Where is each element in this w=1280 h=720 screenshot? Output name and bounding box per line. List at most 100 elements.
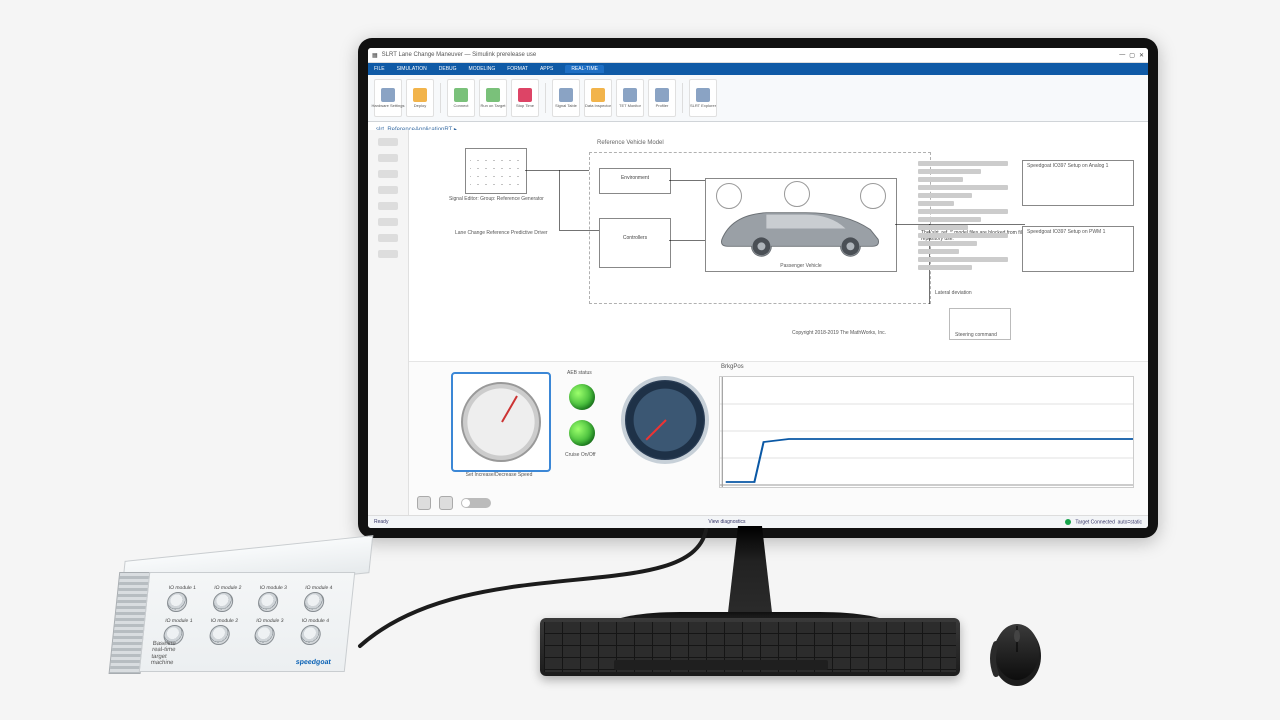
palette-item[interactable] xyxy=(378,186,398,194)
m12-connector-icon xyxy=(299,625,321,645)
io-port: IO module 2 xyxy=(206,585,248,612)
maximize-icon[interactable]: ▢ xyxy=(1129,52,1135,59)
io-port: IO module 1 xyxy=(160,585,202,612)
palette-item[interactable] xyxy=(378,170,398,178)
separator xyxy=(682,83,683,113)
palette-item[interactable] xyxy=(378,138,398,146)
palette-item[interactable] xyxy=(378,202,398,210)
tab-simulation[interactable]: SIMULATION xyxy=(397,66,427,72)
control-button[interactable] xyxy=(417,496,431,510)
monitor-bezel: ▦ SLRT Lane Change Maneuver — Simulink p… xyxy=(358,38,1158,538)
model-canvas[interactable]: Signal Editor: Group: Reference Generato… xyxy=(409,130,1148,516)
window-title-bar: ▦ SLRT Lane Change Maneuver — Simulink p… xyxy=(368,48,1148,63)
mini-gauge-icon xyxy=(716,183,742,209)
status-right: Target Connected auto=static xyxy=(1065,519,1142,525)
io-port: IO module 3 xyxy=(251,585,293,612)
io-port: IO module 2 xyxy=(202,618,244,645)
m12-connector-icon xyxy=(257,592,279,612)
monitor-neck xyxy=(710,526,790,616)
led-top-label: AEB status xyxy=(567,370,592,376)
control-button[interactable] xyxy=(439,496,453,510)
vehicle-block[interactable]: Passenger Vehicle xyxy=(705,178,897,272)
hardware-settings-button[interactable]: Hardware Settings xyxy=(374,79,402,117)
app-icon: ▦ xyxy=(372,52,378,59)
signal-wire xyxy=(669,240,705,241)
status-center[interactable]: View diagnostics xyxy=(708,519,745,525)
m12-connector-icon xyxy=(166,592,188,612)
signal-wire xyxy=(669,180,705,181)
mini-gauge-icon xyxy=(860,183,886,209)
led-bottom-label: Cruise On/Off xyxy=(565,452,595,458)
io-block-analog[interactable]: Speedgoat IO397 Setup on Analog 1 xyxy=(1022,160,1134,206)
io-block-pwm[interactable]: Speedgoat IO397 Setup on PWM 1 xyxy=(1022,226,1134,272)
signal-editor-label: Signal Editor: Group: Reference Generato… xyxy=(449,196,549,202)
signal-plot xyxy=(719,376,1134,488)
io-port: IO module 4 xyxy=(297,585,339,612)
io-port: IO module 3 xyxy=(248,618,290,645)
deploy-button[interactable]: Deploy xyxy=(406,79,434,117)
predictive-driver-label: Lane Change Reference Predictive Driver xyxy=(455,230,565,236)
status-left: Ready xyxy=(374,519,388,525)
tab-debug[interactable]: DEBUG xyxy=(439,66,457,72)
m12-connector-icon xyxy=(303,592,325,612)
run-on-target-button[interactable]: Run on Target xyxy=(479,79,507,117)
bottom-controls xyxy=(417,496,491,510)
signal-table-button[interactable]: Signal Table xyxy=(552,79,580,117)
tab-real-time[interactable]: REAL-TIME xyxy=(565,65,604,73)
controllers-block[interactable]: Controllers xyxy=(599,218,671,268)
block-palette xyxy=(368,130,409,516)
signal-wire xyxy=(559,230,599,231)
tab-format[interactable]: FORMAT xyxy=(507,66,528,72)
screen: ▦ SLRT Lane Change Maneuver — Simulink p… xyxy=(368,48,1148,528)
cruise-led xyxy=(569,420,595,446)
knob-dial-icon xyxy=(461,382,541,462)
separator xyxy=(545,83,546,113)
keyboard-keys xyxy=(544,622,956,672)
mouse xyxy=(988,612,1046,688)
hw-front-face: IO module 1 IO module 2 IO module 3 IO m… xyxy=(139,572,356,672)
signal-wire xyxy=(559,170,560,230)
environment-block[interactable]: Environment xyxy=(599,168,671,194)
work-area: Signal Editor: Group: Reference Generato… xyxy=(368,130,1148,516)
speed-gauge xyxy=(621,376,709,464)
profiler-button[interactable]: Profiler xyxy=(648,79,676,117)
minimize-icon[interactable]: — xyxy=(1119,52,1125,58)
close-icon[interactable]: ✕ xyxy=(1139,52,1144,59)
aeb-status-led xyxy=(569,384,595,410)
signal-wire xyxy=(525,170,589,171)
document-title: SLRT Lane Change Maneuver — Simulink pre… xyxy=(382,52,1116,58)
m12-connector-icon xyxy=(254,625,276,645)
tet-monitor-button[interactable]: TET Monitor xyxy=(616,79,644,117)
hw-model-label: Baseline real-time target machine xyxy=(150,641,176,667)
status-dot-icon xyxy=(1065,519,1071,525)
toggle-switch[interactable] xyxy=(461,498,491,508)
signal-editor-block[interactable] xyxy=(465,148,527,194)
separator xyxy=(440,83,441,113)
mini-gauge-icon xyxy=(784,181,810,207)
tab-apps[interactable]: APPS xyxy=(540,66,553,72)
explorer-button[interactable]: SLRT Explorer xyxy=(689,79,717,117)
hw-body: IO module 1 IO module 2 IO module 3 IO m… xyxy=(109,572,356,672)
knob-control[interactable] xyxy=(451,372,551,472)
vehicle-block-label: Passenger Vehicle xyxy=(706,263,896,269)
hw-brand-label: speedgoat xyxy=(295,659,331,666)
keyboard xyxy=(540,618,960,676)
subsystem-frame-label: Reference Vehicle Model xyxy=(597,140,664,146)
data-inspector-button[interactable]: Data Inspector xyxy=(584,79,612,117)
knob-label: Set Increase/Decrease Speed xyxy=(451,472,547,478)
speedgoat-target: IO module 1 IO module 2 IO module 3 IO m… xyxy=(114,542,384,672)
palette-item[interactable] xyxy=(378,250,398,258)
ribbon-tabs: FILE SIMULATION DEBUG MODELING FORMAT AP… xyxy=(368,63,1148,75)
plot-label: BrkgPos xyxy=(721,364,744,370)
io-port: IO module 4 xyxy=(293,618,335,645)
palette-item[interactable] xyxy=(378,218,398,226)
toolstrip: Hardware Settings Deploy Connect Run on … xyxy=(368,75,1148,122)
tab-modeling[interactable]: MODELING xyxy=(469,66,496,72)
palette-item[interactable] xyxy=(378,154,398,162)
connect-button[interactable]: Connect xyxy=(447,79,475,117)
tab-file[interactable]: FILE xyxy=(374,66,385,72)
palette-item[interactable] xyxy=(378,234,398,242)
stop-time-button[interactable]: Stop Time xyxy=(511,79,539,117)
m12-connector-icon xyxy=(208,625,230,645)
signal-inspector-panel xyxy=(918,158,1008,358)
